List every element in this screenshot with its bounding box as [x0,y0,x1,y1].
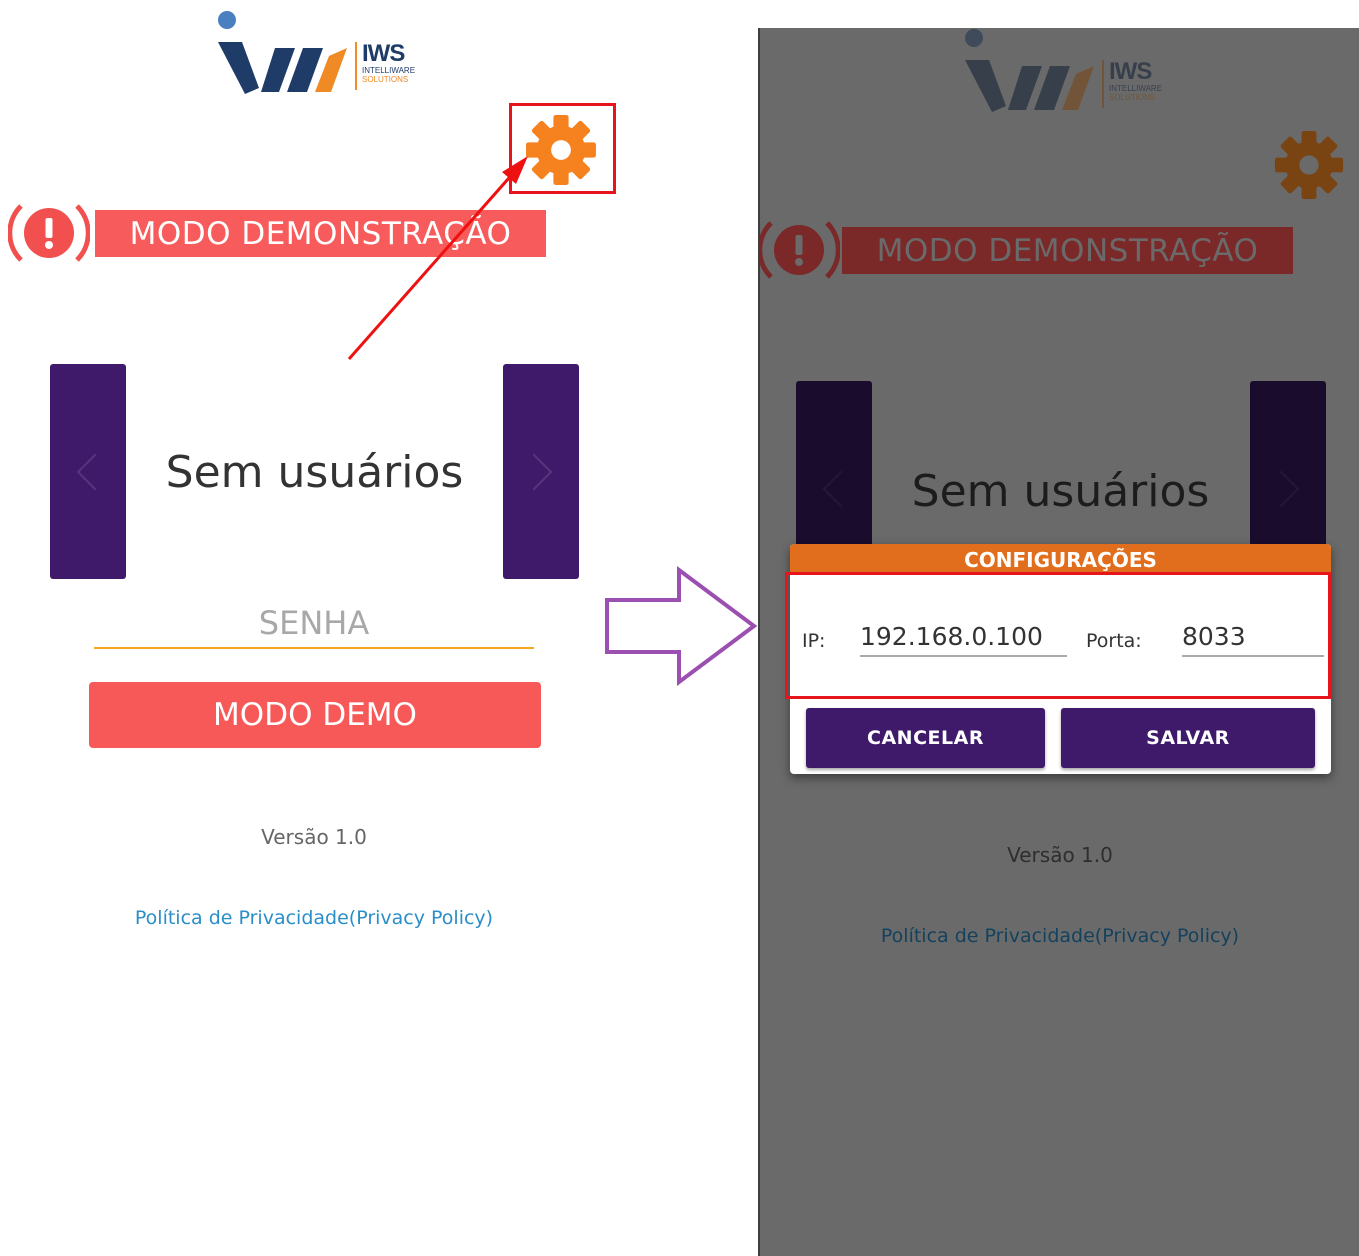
chevron-left-icon [76,453,114,490]
cancel-button[interactable]: CANCELAR [806,708,1045,768]
password-input[interactable]: SENHA [94,604,534,642]
right-screen: IWS INTELLIWARE SOLUTIONS MODO DEMONSTRA… [758,28,1359,1256]
gear-icon[interactable] [1272,128,1346,202]
no-users-label: Sem usuários [165,447,464,498]
annotation-arrow-red [347,156,528,360]
chevron-right-icon [515,453,553,490]
carousel-prev-button[interactable] [50,364,126,579]
chevron-left-icon [822,470,860,507]
logo-title: IWS [1109,58,1152,85]
inputs-highlight-box [785,572,1331,699]
exclamation-alert-icon [760,215,840,285]
chevron-right-icon [1262,470,1300,507]
demo-mode-banner: MODO DEMONSTRAÇÃO [842,227,1293,274]
logo-subtitle-2: SOLUTIONS [362,75,409,84]
no-users-label: Sem usuários [911,466,1210,517]
logo-subtitle-1: INTELLIWARE [362,66,416,75]
version-label: Versão 1.0 [1007,843,1113,867]
transition-arrow-icon [605,566,758,686]
logo-divider [355,42,357,90]
carousel-next-button[interactable] [503,364,579,579]
logo-divider [1102,60,1104,108]
privacy-policy-link[interactable]: Política de Privacidade(Privacy Policy) [64,907,564,929]
logo-title: IWS [362,40,405,67]
logo-subtitle-1: INTELLIWARE [1109,84,1163,93]
dialog-title: CONFIGURAÇÕES [790,544,1331,574]
logo-subtitle-2: SOLUTIONS [1109,93,1156,102]
iws-logo: IWS INTELLIWARE SOLUTIONS [215,8,415,98]
iws-logo-mark [218,11,347,94]
iws-logo-mark [965,29,1094,112]
version-label: Versão 1.0 [261,825,367,849]
save-button[interactable]: SALVAR [1061,708,1315,768]
exclamation-alert-icon [8,198,90,268]
demo-mode-button[interactable]: MODO DEMO [89,682,541,748]
iws-logo: IWS INTELLIWARE SOLUTIONS [962,28,1162,116]
privacy-policy-link[interactable]: Política de Privacidade(Privacy Policy) [810,925,1310,947]
password-underline [94,647,534,649]
